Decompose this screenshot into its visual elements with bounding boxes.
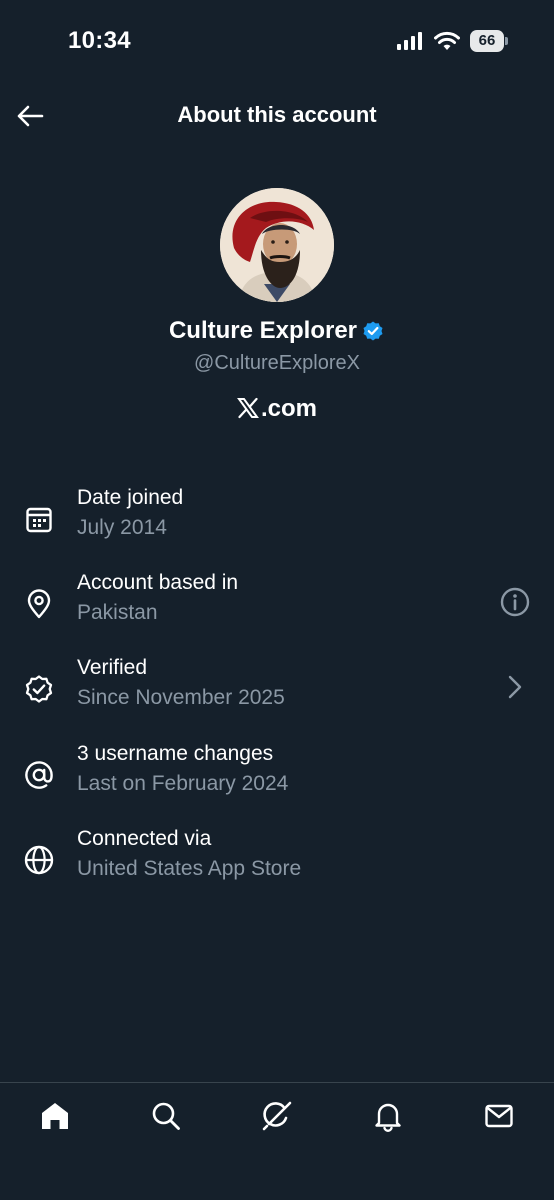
- verified-badge-icon: [22, 672, 56, 706]
- avatar-portrait-image: [220, 188, 334, 302]
- cellular-signal-icon: [397, 32, 422, 50]
- info-item-username-changes: 3 username changes Last on February 2024: [0, 742, 554, 812]
- nav-home[interactable]: [38, 1099, 72, 1133]
- nav-notifications[interactable]: [371, 1099, 405, 1133]
- info-item-connected-via: Connected via United States App Store: [0, 827, 554, 897]
- info-title: Date joined: [77, 486, 184, 509]
- info-subtitle: Pakistan: [77, 601, 158, 624]
- wifi-icon: [434, 31, 460, 50]
- home-icon: [42, 1103, 68, 1129]
- info-item-verified[interactable]: Verified Since November 2025: [0, 656, 554, 726]
- display-name-row: Culture Explorer: [0, 317, 554, 345]
- avatar[interactable]: [220, 188, 334, 302]
- messages-icon: [485, 1104, 513, 1128]
- handle: @CultureExploreX: [194, 352, 360, 374]
- chevron-right-icon: [508, 675, 522, 699]
- globe-icon: [22, 843, 56, 877]
- info-subtitle: Since November 2025: [77, 686, 285, 709]
- nav-grok[interactable]: [260, 1099, 294, 1133]
- info-button[interactable]: [498, 585, 532, 619]
- status-time: 10:34: [68, 27, 131, 54]
- display-name: Culture Explorer: [168, 317, 358, 344]
- nav-search[interactable]: [149, 1099, 183, 1133]
- verified-details-button[interactable]: [498, 670, 532, 704]
- grok-icon: [262, 1101, 292, 1131]
- info-title: Verified: [77, 656, 148, 679]
- info-item-date-joined: Date joined July 2014: [0, 486, 554, 556]
- search-icon: [152, 1102, 180, 1130]
- calendar-icon: [22, 502, 56, 536]
- bottom-nav: [0, 1082, 554, 1200]
- info-title: Connected via: [77, 827, 212, 850]
- info-subtitle: July 2014: [77, 516, 167, 539]
- header: About this account: [0, 88, 554, 142]
- battery-icon: 66: [470, 30, 508, 52]
- source-domain: .com: [260, 395, 317, 422]
- info-title: 3 username changes: [77, 742, 274, 765]
- status-icons: 66: [396, 30, 508, 52]
- info-title: Account based in: [77, 571, 239, 594]
- nav-messages[interactable]: [482, 1099, 516, 1133]
- notifications-icon: [375, 1103, 401, 1132]
- battery-level: 66: [470, 30, 504, 52]
- info-subtitle: United States App Store: [77, 857, 302, 880]
- verified-badge-icon: [363, 321, 383, 341]
- x-logo-icon: [237, 397, 259, 419]
- info-subtitle: Last on February 2024: [77, 772, 289, 795]
- about-account-screen: 10:34 66 About this account Culture Expl…: [0, 0, 554, 1200]
- page-title: About this account: [177, 102, 377, 127]
- x-com-label: .com: [0, 394, 554, 423]
- location-pin-icon: [22, 587, 56, 621]
- info-icon: [500, 587, 530, 617]
- status-bar: 10:34 66: [0, 0, 554, 80]
- at-sign-icon: [22, 758, 56, 792]
- info-item-account-based-in: Account based in Pakistan: [0, 571, 554, 641]
